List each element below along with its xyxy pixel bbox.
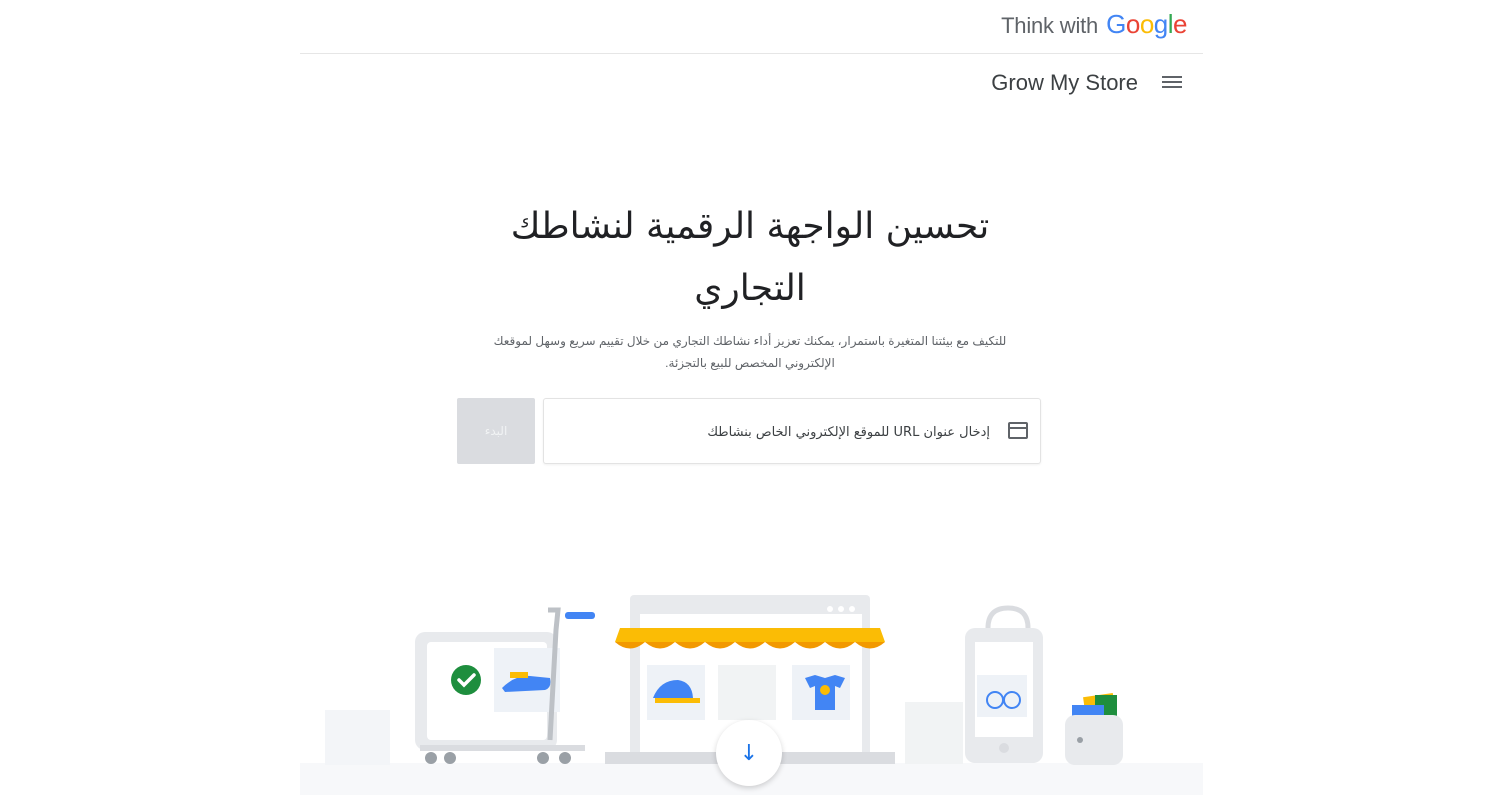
google-logo-letter: o <box>1139 9 1154 39</box>
think-with-google-logo[interactable]: Think with Google <box>1001 9 1187 40</box>
hero-title: تحسين الواجهة الرقمية لنشاطك التجاري <box>510 206 990 309</box>
shopping-cart-icon <box>415 607 595 764</box>
google-logo-letter: e <box>1173 9 1187 39</box>
start-button[interactable]: البدء <box>457 398 535 464</box>
browser-window-icon <box>1008 422 1028 439</box>
wallet-icon <box>1065 693 1123 765</box>
page: Think with Google Grow My Store تحسين الو… <box>300 0 1203 795</box>
top-bar: Think with Google <box>300 0 1203 54</box>
checkmark-circle-icon <box>451 665 481 695</box>
brand-prefix: Think with <box>1001 13 1099 38</box>
phone-bag-icon <box>965 605 1043 763</box>
nav-bar: Grow My Store <box>300 54 1203 114</box>
store-illustration: ↓ <box>300 580 1203 795</box>
url-input[interactable] <box>558 399 992 465</box>
google-logo-letter: o <box>1125 9 1140 39</box>
url-field[interactable] <box>543 398 1041 465</box>
ghost-box-left <box>325 710 390 765</box>
site-title[interactable]: Grow My Store <box>991 70 1138 96</box>
scroll-down-button[interactable]: ↓ <box>716 720 782 786</box>
ghost-box-right <box>905 702 963 764</box>
google-logo-letter: g <box>1153 9 1168 39</box>
hamburger-menu-icon[interactable] <box>1161 73 1183 93</box>
google-logo-letter: G <box>1106 9 1126 39</box>
hero-subtitle: للتكيف مع بيئتنا المتغيرة باستمرار، يمكن… <box>493 334 1007 370</box>
google-wordmark: Google <box>1106 9 1187 39</box>
arrow-down-icon: ↓ <box>739 740 759 766</box>
